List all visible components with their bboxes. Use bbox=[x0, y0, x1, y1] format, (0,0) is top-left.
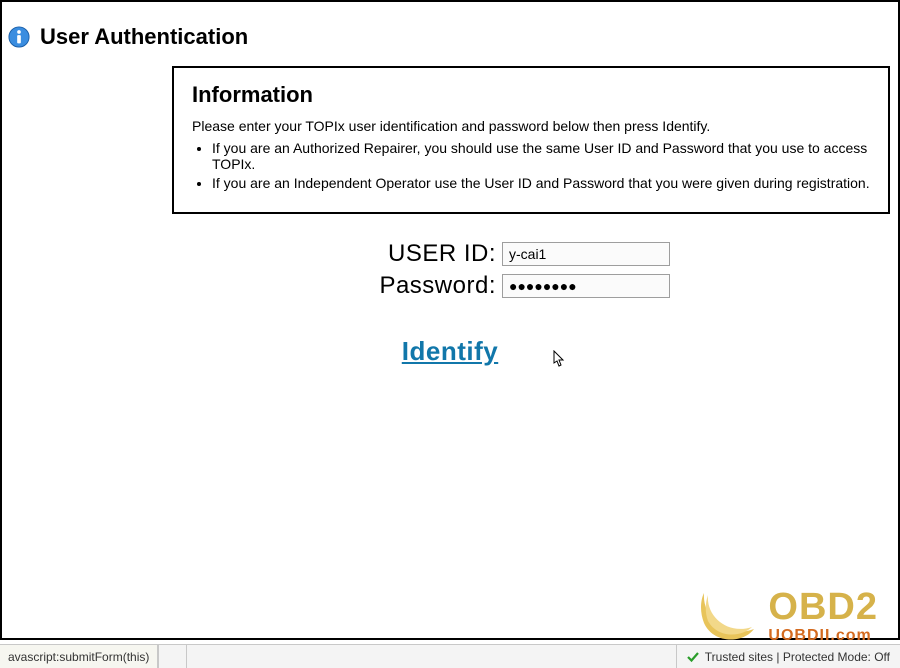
identify-area: Identify bbox=[2, 336, 898, 367]
panel-bullets: If you are an Authorized Repairer, you s… bbox=[212, 140, 870, 191]
password-input[interactable] bbox=[502, 274, 670, 298]
watermark-line2: UOBDII.com bbox=[768, 628, 878, 644]
password-label: Password: bbox=[2, 272, 502, 300]
check-icon bbox=[687, 651, 699, 663]
password-row: Password: bbox=[2, 272, 898, 300]
user-id-row: USER ID: bbox=[2, 240, 898, 268]
status-seg-1 bbox=[158, 645, 186, 668]
status-left: avascript:submitForm(this) bbox=[0, 645, 158, 668]
identify-link[interactable]: Identify bbox=[402, 336, 498, 366]
page-title: User Authentication bbox=[40, 24, 248, 50]
user-id-label: USER ID: bbox=[2, 240, 502, 268]
status-bar: avascript:submitForm(this) Trusted sites… bbox=[0, 644, 900, 668]
user-id-input[interactable] bbox=[502, 242, 670, 266]
login-form: USER ID: Password: bbox=[2, 240, 898, 300]
panel-lead: Please enter your TOPIx user identificat… bbox=[192, 118, 870, 134]
information-panel: Information Please enter your TOPIx user… bbox=[172, 66, 890, 214]
bullet-2: If you are an Independent Operator use t… bbox=[212, 175, 870, 191]
header-row: User Authentication bbox=[2, 2, 898, 50]
panel-title: Information bbox=[192, 82, 870, 108]
watermark-text: OBD2 UOBDII.com bbox=[768, 588, 878, 644]
status-right-text: Trusted sites | Protected Mode: Off bbox=[705, 650, 890, 664]
status-seg-2 bbox=[186, 645, 214, 668]
status-right: Trusted sites | Protected Mode: Off bbox=[676, 645, 900, 668]
watermark: OBD2 UOBDII.com bbox=[698, 588, 878, 644]
bullet-1: If you are an Authorized Repairer, you s… bbox=[212, 140, 870, 172]
watermark-line1: OBD2 bbox=[768, 588, 878, 626]
info-icon bbox=[8, 26, 30, 48]
swoosh-icon bbox=[698, 589, 762, 643]
cursor-icon bbox=[550, 350, 566, 370]
main-frame: User Authentication Information Please e… bbox=[0, 0, 900, 640]
